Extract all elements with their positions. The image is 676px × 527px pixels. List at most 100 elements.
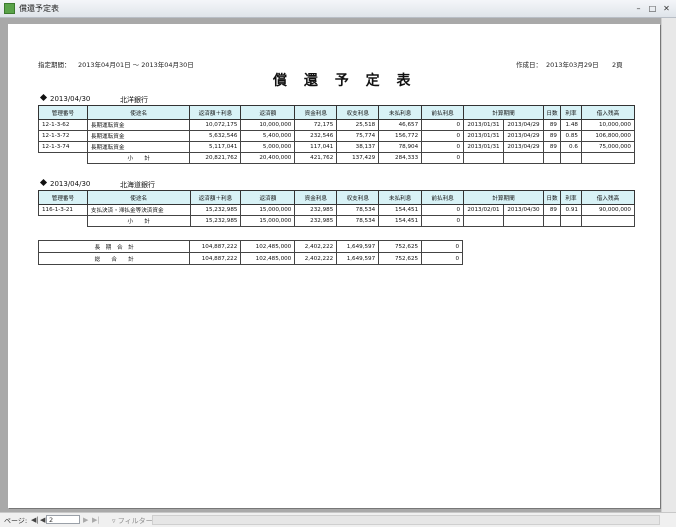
cell: 78,534	[336, 215, 380, 227]
cell: 2013/01/31	[463, 130, 504, 142]
diamond-icon	[39, 178, 48, 187]
cell: 12-1-3-74	[38, 141, 88, 153]
cell: 0	[421, 215, 465, 227]
column-header: 管理番号	[38, 105, 88, 120]
cell: 0	[421, 130, 465, 142]
horizontal-scrollbar[interactable]	[152, 515, 660, 525]
last-page-icon[interactable]: ▶|	[92, 516, 100, 524]
cell: 106,800,000	[580, 130, 636, 142]
cell: 12-1-3-72	[38, 130, 88, 142]
column-header: 返済額＋利息	[189, 105, 242, 120]
cell: 90,000,000	[580, 204, 636, 216]
column-header: 計算期間	[463, 190, 544, 205]
page-number-input[interactable]: 2	[46, 515, 80, 524]
cell: 1.48	[559, 119, 582, 131]
column-header: 収支利息	[336, 190, 380, 205]
record-navigation-bar: ページ: ◀| ◀ 2 ▶ ▶| ▿ フィルターなし	[0, 512, 676, 527]
restore-button[interactable]: □	[647, 3, 658, 14]
subtotal-row: 小 計 20,821,762 20,400,000 421,762 137,42…	[39, 152, 636, 164]
column-header: 資金利息	[294, 190, 338, 205]
section-header: 2013/04/30	[39, 178, 90, 188]
table-header-row: 管理番号 使途名 返済額＋利息 返済額 資金利息 収支利息 未払利息 前払利息 …	[38, 190, 636, 205]
table-header-row: 管理番号 使途名 返済額＋利息 返済額 資金利息 収支利息 未払利息 前払利息 …	[38, 105, 636, 120]
cell: 2013/04/30	[503, 204, 544, 216]
close-button[interactable]: ✕	[661, 3, 672, 14]
cell: 72,175	[294, 119, 338, 131]
cell: 104,887,222	[189, 240, 242, 253]
period-label: 指定期間：	[38, 61, 71, 69]
vertical-scrollbar[interactable]	[661, 18, 676, 512]
cell: 長期運転資金	[86, 119, 191, 131]
total-row: 総 合 計 104,887,222 102,485,000 2,402,222 …	[37, 252, 463, 265]
cell: 0	[421, 240, 463, 253]
cell: 89	[542, 130, 561, 142]
cell: 137,429	[336, 152, 380, 164]
cell: 154,451	[378, 215, 423, 227]
cell: 5,632,546	[189, 130, 242, 142]
column-header: 日数	[542, 105, 561, 120]
section-bank: 北海道銀行	[120, 181, 155, 189]
cell: 0	[421, 152, 465, 164]
prev-page-icon[interactable]: ◀	[40, 516, 45, 524]
column-header: 利率	[559, 105, 582, 120]
table-row: 12-1-3-72 長期運転資金 5,632,546 5,400,000 232…	[38, 130, 636, 142]
section-bank: 北洋銀行	[120, 96, 148, 104]
cell: 長期運転資金	[86, 141, 191, 153]
cell: 20,400,000	[240, 152, 296, 164]
cell: 284,333	[378, 152, 423, 164]
column-header: 前払利息	[421, 105, 465, 120]
cell: 2013/04/29	[503, 119, 544, 131]
period-value: 2013年04月01日 〜 2013年04月30日	[78, 61, 194, 69]
cell: 104,887,222	[189, 252, 242, 265]
column-header: 返済額	[240, 105, 296, 120]
cell: 116-1-3-21	[38, 204, 88, 216]
cell: 10,000,000	[240, 119, 296, 131]
cell: 5,400,000	[240, 130, 296, 142]
cell: 15,232,985	[189, 215, 242, 227]
cell: 0	[421, 204, 465, 216]
cell: 752,625	[378, 240, 423, 253]
cell: 10,072,175	[189, 119, 242, 131]
totals-table: 長 期 合 計 104,887,222 102,485,000 2,402,22…	[37, 240, 463, 265]
cell: 0.85	[559, 130, 582, 142]
cell: 支払決済・滞払金等決済資金	[86, 204, 191, 216]
total-row: 長 期 合 計 104,887,222 102,485,000 2,402,22…	[37, 240, 463, 253]
column-header: 資金利息	[294, 105, 338, 120]
cell: 0	[421, 119, 465, 131]
cell: 0.6	[559, 141, 582, 153]
cell: 10,000,000	[580, 119, 636, 131]
cell: 154,451	[378, 204, 423, 216]
column-header: 収支利息	[336, 105, 380, 120]
cell: 0	[421, 141, 465, 153]
cell: 15,232,985	[189, 204, 242, 216]
cell: 15,000,000	[240, 215, 296, 227]
cell: 2,402,222	[294, 252, 338, 265]
repayment-table: 管理番号 使途名 返済額＋利息 返済額 資金利息 収支利息 未払利息 前払利息 …	[38, 190, 636, 227]
table-row: 116-1-3-21 支払決済・滞払金等決済資金 15,232,985 15,0…	[38, 204, 636, 216]
table-row: 12-1-3-74 長期運転資金 5,117,041 5,000,000 117…	[38, 141, 636, 153]
cell: 75,774	[336, 130, 380, 142]
cell: 0	[421, 252, 463, 265]
filter-icon: ▿	[112, 517, 116, 525]
next-page-icon[interactable]: ▶	[83, 516, 88, 524]
cell: 15,000,000	[240, 204, 296, 216]
table-row: 12-1-3-62 長期運転資金 10,072,175 10,000,000 7…	[38, 119, 636, 131]
cell: 25,518	[336, 119, 380, 131]
cell: 5,000,000	[240, 141, 296, 153]
minimize-button[interactable]: –	[633, 3, 644, 14]
section-date: 2013/04/30	[50, 95, 91, 103]
cell: 12-1-3-62	[38, 119, 88, 131]
cell: 232,546	[294, 130, 338, 142]
first-page-icon[interactable]: ◀|	[31, 516, 39, 524]
cell: 46,657	[378, 119, 423, 131]
total-label: 長 期 合 計	[37, 240, 191, 253]
repayment-table: 管理番号 使途名 返済額＋利息 返済額 資金利息 収支利息 未払利息 前払利息 …	[38, 105, 636, 164]
total-label: 総 合 計	[37, 252, 191, 265]
subtotal-label: 小 計	[86, 215, 191, 227]
cell: 38,137	[336, 141, 380, 153]
cell: 78,904	[378, 141, 423, 153]
cell: 5,117,041	[189, 141, 242, 153]
column-header: 使途名	[86, 105, 191, 120]
window-title: 償還予定表	[19, 4, 59, 13]
cell: 156,772	[378, 130, 423, 142]
